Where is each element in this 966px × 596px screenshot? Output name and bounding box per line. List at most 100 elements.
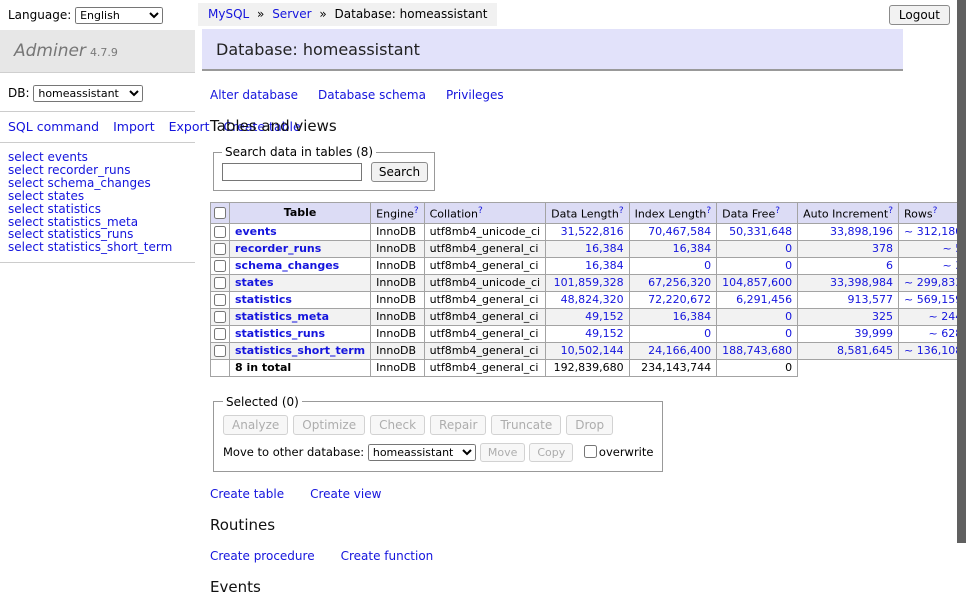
select-all-checkbox[interactable] — [214, 207, 226, 219]
row-checkbox[interactable] — [214, 345, 226, 357]
index-length-link[interactable]: 16,384 — [673, 310, 712, 323]
column-help-link[interactable]: ? — [619, 206, 624, 216]
logout-button[interactable]: Logout — [889, 5, 950, 25]
index-length-link[interactable]: 24,166,400 — [648, 344, 711, 357]
data-length-link[interactable]: 48,824,320 — [561, 293, 624, 306]
vertical-scrollbar[interactable] — [957, 0, 966, 543]
data-length-link[interactable]: 49,152 — [585, 327, 624, 340]
move-button[interactable]: Move — [480, 443, 526, 462]
column-label: Table — [284, 206, 317, 219]
db-label: DB: — [8, 86, 30, 100]
sidebar-item-select-statistics-short-term[interactable]: select statistics_short_term — [8, 241, 187, 254]
total-collation-cell: utf8mb4_general_ci — [424, 359, 545, 376]
link-create-function[interactable]: Create function — [341, 549, 434, 563]
rows-estimate-link[interactable]: ~ 312,180 — [904, 225, 962, 238]
auto-increment-link[interactable]: 6 — [886, 259, 893, 272]
check-button[interactable]: Check — [370, 415, 425, 435]
search-input[interactable] — [222, 163, 362, 181]
overwrite-checkbox[interactable] — [584, 445, 597, 458]
index-length-link[interactable]: 0 — [704, 259, 711, 272]
sidebar-item-select-schema-changes[interactable]: select schema_changes — [8, 177, 187, 190]
link-database-schema[interactable]: Database schema — [318, 88, 426, 102]
auto-increment-link[interactable]: 325 — [872, 310, 893, 323]
data-free-link[interactable]: 188,743,680 — [722, 344, 792, 357]
index-length-link[interactable]: 70,467,584 — [648, 225, 711, 238]
link-create-table[interactable]: Create table — [210, 487, 284, 501]
auto-increment-link[interactable]: 913,577 — [848, 293, 894, 306]
column-help-link[interactable]: ? — [478, 206, 483, 216]
analyze-button[interactable]: Analyze — [223, 415, 288, 435]
table-link-events[interactable]: events — [235, 225, 277, 238]
auto-increment-link[interactable]: 33,398,984 — [830, 276, 893, 289]
column-help-link[interactable]: ? — [414, 206, 419, 216]
data-free-link[interactable]: 50,331,648 — [729, 225, 792, 238]
sidebar-action-sql-command[interactable]: SQL command — [8, 119, 99, 134]
table-link-statistics[interactable]: statistics — [235, 293, 292, 306]
row-checkbox[interactable] — [214, 260, 226, 272]
row-checkbox[interactable] — [214, 294, 226, 306]
row-checkbox[interactable] — [214, 243, 226, 255]
rows-estimate-link[interactable]: ~ 299,833 — [904, 276, 962, 289]
data-length-link[interactable]: 16,384 — [585, 259, 624, 272]
breadcrumb-item-server[interactable]: Server — [272, 7, 311, 21]
table-link-statistics-meta[interactable]: statistics_meta — [235, 310, 329, 323]
rows-estimate-link[interactable]: ~ 569,159 — [904, 293, 962, 306]
row-checkbox[interactable] — [214, 277, 226, 289]
data-length-link[interactable]: 10,502,144 — [561, 344, 624, 357]
repair-button[interactable]: Repair — [430, 415, 486, 435]
column-label: Auto Increment — [803, 208, 888, 221]
db-select[interactable]: homeassistant — [33, 85, 143, 102]
link-create-procedure[interactable]: Create procedure — [210, 549, 315, 563]
language-select[interactable]: English — [75, 7, 163, 24]
move-db-select[interactable]: homeassistant — [368, 444, 476, 461]
table-link-states[interactable]: states — [235, 276, 274, 289]
row-checkbox[interactable] — [214, 328, 226, 340]
optimize-button[interactable]: Optimize — [293, 415, 365, 435]
index-length-link[interactable]: 67,256,320 — [648, 276, 711, 289]
rows-estimate-link[interactable]: ~ 136,108 — [904, 344, 962, 357]
column-help-link[interactable]: ? — [775, 206, 780, 216]
sidebar-item-select-statistics[interactable]: select statistics — [8, 203, 187, 216]
data-length-link[interactable]: 31,522,816 — [561, 225, 624, 238]
copy-button[interactable]: Copy — [529, 443, 573, 462]
sidebar-item-select-events[interactable]: select events — [8, 151, 187, 164]
data-length-link[interactable]: 49,152 — [585, 310, 624, 323]
truncate-button[interactable]: Truncate — [491, 415, 561, 435]
auto-increment-link[interactable]: 378 — [872, 242, 893, 255]
auto-increment-link[interactable]: 8,581,645 — [837, 344, 893, 357]
data-length-link[interactable]: 16,384 — [585, 242, 624, 255]
data-free-link[interactable]: 104,857,600 — [722, 276, 792, 289]
table-link-statistics-runs[interactable]: statistics_runs — [235, 327, 325, 340]
index-length-link[interactable]: 0 — [704, 327, 711, 340]
column-help-link[interactable]: ? — [933, 206, 938, 216]
index-length-link[interactable]: 72,220,672 — [648, 293, 711, 306]
sidebar-action-import[interactable]: Import — [113, 119, 155, 134]
data-free-link[interactable]: 0 — [785, 259, 792, 272]
table-link-recorder-runs[interactable]: recorder_runs — [235, 242, 321, 255]
table-link-statistics-short-term[interactable]: statistics_short_term — [235, 344, 365, 357]
auto-increment-link[interactable]: 39,999 — [855, 327, 894, 340]
sidebar-item-select-states[interactable]: select states — [8, 190, 187, 203]
table-link-schema-changes[interactable]: schema_changes — [235, 259, 339, 272]
link-privileges[interactable]: Privileges — [446, 88, 504, 102]
search-button[interactable]: Search — [371, 162, 428, 182]
column-help-link[interactable]: ? — [706, 206, 711, 216]
drop-button[interactable]: Drop — [566, 415, 613, 435]
breadcrumb-item-mysql[interactable]: MySQL — [208, 7, 249, 21]
data-free-link[interactable]: 0 — [785, 242, 792, 255]
auto-increment-link[interactable]: 33,898,196 — [830, 225, 893, 238]
data-free-cell: 6,291,456 — [717, 291, 798, 308]
column-help-link[interactable]: ? — [888, 206, 893, 216]
data-free-link[interactable]: 0 — [785, 310, 792, 323]
data-length-link[interactable]: 101,859,328 — [554, 276, 624, 289]
row-checkbox[interactable] — [214, 311, 226, 323]
link-create-view[interactable]: Create view — [310, 487, 381, 501]
collation-cell: utf8mb4_unicode_ci — [424, 274, 545, 291]
link-alter-database[interactable]: Alter database — [210, 88, 298, 102]
data-free-link[interactable]: 6,291,456 — [736, 293, 792, 306]
index-length-link[interactable]: 16,384 — [673, 242, 712, 255]
data-free-link[interactable]: 0 — [785, 327, 792, 340]
column-label: Collation — [430, 208, 478, 221]
sidebar-item-select-recorder-runs[interactable]: select recorder_runs — [8, 164, 187, 177]
row-checkbox[interactable] — [214, 226, 226, 238]
